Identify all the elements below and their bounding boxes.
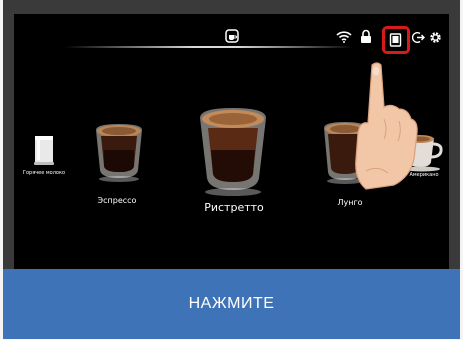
wifi-icon	[336, 31, 352, 43]
lock-icon[interactable]	[360, 29, 372, 44]
coffee-cup-icon[interactable]	[225, 29, 239, 43]
espresso-cup-image[interactable]	[92, 120, 146, 184]
drink-label-ristretto: Ристретто	[204, 201, 264, 214]
press-banner[interactable]: НАЖМИТЕ	[3, 269, 460, 339]
drink-label-hot-milk: Горячее молоко	[22, 170, 66, 176]
pointing-hand-image	[355, 62, 418, 190]
milk-glass-image[interactable]	[32, 134, 56, 166]
drink-label-espresso: Эспрессо	[97, 196, 137, 205]
tablet-icon[interactable]	[389, 33, 402, 47]
drink-label-lungo: Лунго	[337, 198, 363, 207]
status-divider	[64, 46, 354, 48]
coffee-machine-screen: Горячее молоко Эспрессо Ристретто Лунго …	[14, 14, 449, 272]
gear-icon[interactable]	[429, 31, 442, 44]
ristretto-cup-image[interactable]	[196, 104, 270, 198]
exit-icon[interactable]	[412, 31, 425, 44]
banner-label: НАЖМИТЕ	[188, 295, 275, 312]
